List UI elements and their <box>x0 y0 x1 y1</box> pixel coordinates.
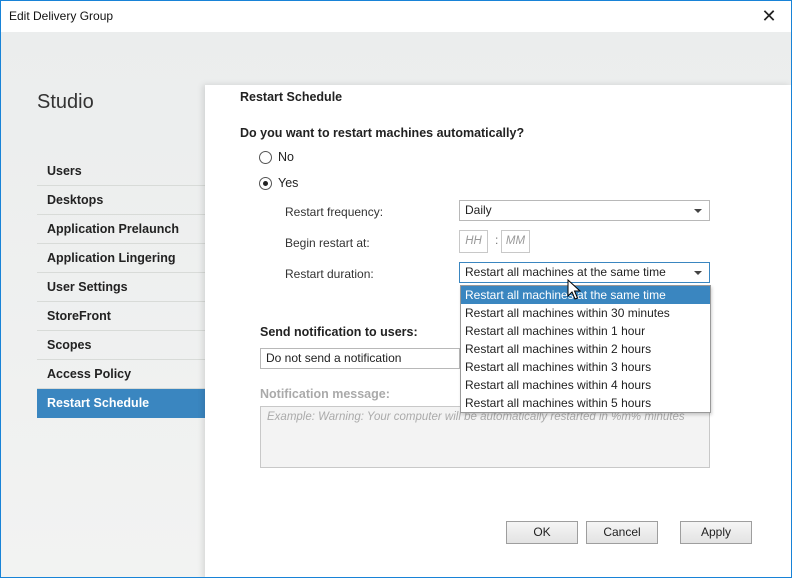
time-separator: : <box>495 233 499 247</box>
content-panel: Restart Schedule Do you want to restart … <box>205 85 791 577</box>
sidebar-item-desktops[interactable]: Desktops <box>37 186 205 215</box>
radio-no-label: No <box>278 150 294 164</box>
cancel-button[interactable]: Cancel <box>586 521 658 544</box>
restart-duration-label: Restart duration: <box>285 267 374 281</box>
sidebar-item-label: Application Prelaunch <box>47 222 179 236</box>
restart-duration-dropdown: Restart all machines at the same time Re… <box>460 285 711 413</box>
sidebar-item-label: User Settings <box>47 280 128 294</box>
sidebar-item-label: Restart Schedule <box>47 396 150 410</box>
restart-duration-value: Restart all machines at the same time <box>465 265 666 279</box>
notification-message-field[interactable]: Example: Warning: Your computer will be … <box>260 406 710 468</box>
sidebar-item-application-prelaunch[interactable]: Application Prelaunch <box>37 215 205 244</box>
notification-value: Do not send a notification <box>266 351 402 365</box>
chevron-down-icon <box>694 209 702 213</box>
hour-input[interactable]: HH <box>459 230 488 253</box>
sidebar-item-label: StoreFront <box>47 309 111 323</box>
sidebar-item-storefront[interactable]: StoreFront <box>37 302 205 331</box>
restart-frequency-label: Restart frequency: <box>285 205 384 219</box>
dropdown-option[interactable]: Restart all machines within 5 hours <box>461 394 710 412</box>
sidebar-item-access-policy[interactable]: Access Policy <box>37 360 205 389</box>
apply-button[interactable]: Apply <box>680 521 752 544</box>
ok-button[interactable]: OK <box>506 521 578 544</box>
sidebar-title: Studio <box>37 91 94 113</box>
dropdown-option[interactable]: Restart all machines within 1 hour <box>461 322 710 340</box>
dropdown-option[interactable]: Restart all machines within 2 hours <box>461 340 710 358</box>
sidebar-item-label: Access Policy <box>47 367 132 381</box>
restart-frequency-value: Daily <box>465 203 492 217</box>
restart-question: Do you want to restart machines automati… <box>240 126 525 140</box>
radio-no[interactable]: No <box>259 150 294 164</box>
minute-input[interactable]: MM <box>501 230 530 253</box>
restart-duration-select[interactable]: Restart all machines at the same time <box>459 262 710 283</box>
sidebar-item-user-settings[interactable]: User Settings <box>37 273 205 302</box>
dropdown-option[interactable]: Restart all machines within 30 minutes <box>461 304 710 322</box>
radio-yes[interactable]: Yes <box>259 176 298 190</box>
radio-no-circle[interactable] <box>259 150 272 164</box>
close-icon[interactable]: ✕ <box>747 1 791 31</box>
sidebar-item-restart-schedule[interactable]: Restart Schedule <box>37 389 217 418</box>
notification-message-label: Notification message: <box>260 387 390 401</box>
radio-yes-label: Yes <box>278 176 299 190</box>
sidebar-item-label: Desktops <box>47 193 104 207</box>
edit-delivery-group-window: Edit Delivery Group ✕ Studio Users Deskt… <box>0 0 792 578</box>
sidebar-item-label: Users <box>47 164 82 178</box>
mouse-pointer-icon <box>567 279 581 300</box>
dropdown-option[interactable]: Restart all machines at the same time <box>461 286 710 304</box>
sidebar-item-scopes[interactable]: Scopes <box>37 331 205 360</box>
title-bar: Edit Delivery Group ✕ <box>1 1 791 32</box>
page-title: Restart Schedule <box>240 90 343 104</box>
radio-yes-circle[interactable] <box>259 176 272 190</box>
sidebar-nav: Users Desktops Application Prelaunch App… <box>37 157 217 418</box>
dropdown-option[interactable]: Restart all machines within 4 hours <box>461 376 710 394</box>
sidebar-item-label: Scopes <box>47 338 92 352</box>
chevron-down-icon <box>694 271 702 275</box>
window-title: Edit Delivery Group <box>9 9 114 23</box>
sidebar-item-users[interactable]: Users <box>37 157 205 186</box>
notification-select[interactable]: Do not send a notification <box>260 348 460 369</box>
restart-frequency-select[interactable]: Daily <box>459 200 710 221</box>
sidebar-item-application-lingering[interactable]: Application Lingering <box>37 244 205 273</box>
begin-restart-label: Begin restart at: <box>285 236 370 250</box>
sidebar-item-label: Application Lingering <box>47 251 176 265</box>
dropdown-option[interactable]: Restart all machines within 3 hours <box>461 358 710 376</box>
notification-label: Send notification to users: <box>260 325 418 339</box>
